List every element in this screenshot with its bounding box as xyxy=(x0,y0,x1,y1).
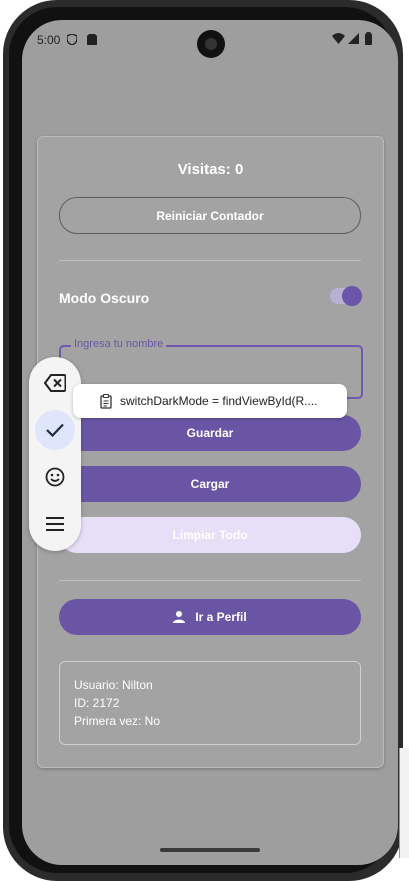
user-info-box: Usuario: Nilton ID: 2172 Primera vez: No xyxy=(59,661,361,745)
more-options-button[interactable] xyxy=(35,504,75,544)
go-to-profile-button[interactable]: Ir a Perfil xyxy=(59,599,361,635)
user-id-text: ID: 2172 xyxy=(74,696,120,710)
emoji-button[interactable] xyxy=(35,457,75,497)
sim-card-icon xyxy=(87,34,97,45)
floating-text-toolbar xyxy=(29,357,81,551)
reset-counter-button[interactable]: Reiniciar Contador xyxy=(59,197,361,234)
front-camera xyxy=(197,30,225,58)
clipboard-suggestion-text: switchDarkMode = findViewById(R.... xyxy=(120,394,318,408)
shield-icon xyxy=(67,34,77,45)
main-card: Visitas: 0 Reiniciar Contador Modo Oscur… xyxy=(37,136,384,768)
clipboard-suggestion-chip[interactable]: switchDarkMode = findViewById(R.... xyxy=(73,384,347,418)
user-name-text: Usuario: Nilton xyxy=(74,678,153,692)
save-button[interactable]: Guardar xyxy=(59,415,361,451)
gesture-nav-handle[interactable] xyxy=(160,848,260,852)
divider xyxy=(59,580,361,581)
menu-icon xyxy=(46,517,64,531)
backspace-button[interactable] xyxy=(35,363,75,403)
screen: 5:00 Visitas: 0 Reiniciar Contador Modo … xyxy=(22,20,398,865)
person-icon xyxy=(173,611,186,623)
signal-icon xyxy=(348,33,359,44)
battery-icon xyxy=(365,32,372,45)
go-to-profile-label: Ir a Perfil xyxy=(195,610,247,624)
load-button[interactable]: Cargar xyxy=(59,466,361,502)
switch-knob xyxy=(342,286,362,306)
side-panel-edge xyxy=(399,748,409,858)
emoji-icon xyxy=(45,467,65,487)
backspace-icon xyxy=(44,374,66,392)
visits-counter: Visitas: 0 xyxy=(177,161,244,178)
clear-all-button[interactable]: Limpiar Todo xyxy=(59,517,361,553)
divider xyxy=(59,260,361,261)
check-icon xyxy=(46,423,64,437)
first-time-text: Primera vez: No xyxy=(74,714,161,728)
clipboard-icon xyxy=(100,393,112,409)
confirm-button[interactable] xyxy=(35,410,75,450)
wifi-icon xyxy=(332,33,345,44)
dark-mode-switch[interactable] xyxy=(330,286,362,306)
name-input-label: Ingresa tu nombre xyxy=(71,338,167,350)
status-time: 5:00 xyxy=(37,33,61,47)
dark-mode-label: Modo Oscuro xyxy=(59,290,150,306)
